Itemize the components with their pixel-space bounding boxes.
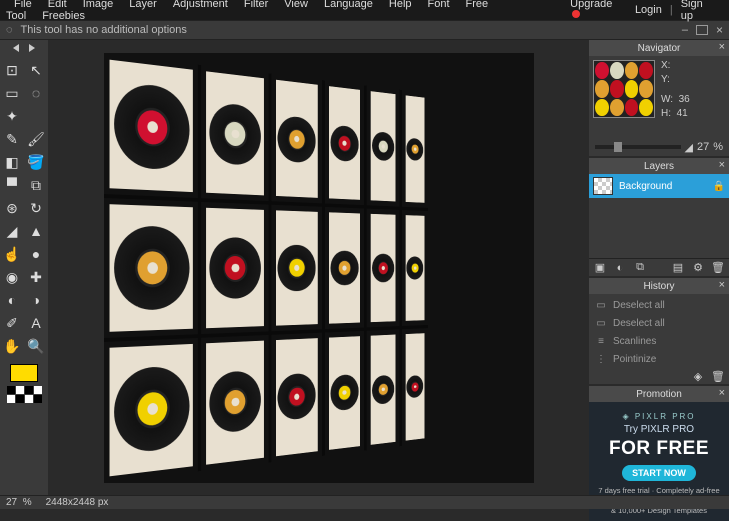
zoom-value: 27 xyxy=(697,141,709,153)
canvas-area[interactable] xyxy=(48,40,589,495)
redeye-icon[interactable]: ◉ xyxy=(2,267,22,287)
promotion-close-icon[interactable]: × xyxy=(719,387,725,399)
picker-icon[interactable]: ✐ xyxy=(2,313,22,333)
lock-icon[interactable]: 🔒 xyxy=(713,181,725,192)
navigator-zoom-slider[interactable]: ◢ 27 % xyxy=(589,138,729,156)
duplicate-icon[interactable]: ⧉ xyxy=(633,262,647,274)
close-icon[interactable]: × xyxy=(716,23,723,37)
gradient-icon[interactable]: ▀ xyxy=(2,175,22,195)
promo-logo: ◈ PIXLR PRO xyxy=(622,412,695,421)
history-trash-icon[interactable]: 🗑 xyxy=(711,370,725,382)
smudge-icon[interactable]: ☝ xyxy=(2,244,22,264)
pencil-icon[interactable]: ✎ xyxy=(2,129,22,149)
bucket-icon[interactable]: 🪣 xyxy=(26,152,46,172)
tool-prev-icon[interactable] xyxy=(13,44,19,52)
promo-headline: FOR FREE xyxy=(609,438,709,460)
history-panel: History× ▭Deselect all▭Deselect all≡Scan… xyxy=(589,278,729,384)
trash-icon[interactable]: 🗑 xyxy=(711,262,725,274)
zoom-icon[interactable]: 🔍 xyxy=(26,336,46,356)
layer-thumb-icon xyxy=(593,177,613,195)
history-close-icon[interactable]: × xyxy=(719,279,725,291)
canvas[interactable] xyxy=(104,53,534,483)
layer-label: Background xyxy=(619,181,672,192)
sponge-icon[interactable]: ● xyxy=(26,244,46,264)
menu-view[interactable]: View xyxy=(276,0,316,13)
blur-icon[interactable]: ▲ xyxy=(26,221,46,241)
menu-language[interactable]: Language xyxy=(316,0,381,13)
status-bar: 27 % 2448x2448 px xyxy=(0,495,729,509)
menu-help[interactable]: Help xyxy=(381,0,420,13)
hand-icon[interactable]: ✋ xyxy=(2,336,22,356)
layers-panel: Layers × Background 🔒 ▣ ◐ ⧉ ▤ ⚙ 🗑 xyxy=(589,158,729,276)
new-layer-icon[interactable]: ▣ xyxy=(593,262,607,274)
clone-icon[interactable]: ⧉ xyxy=(26,175,46,195)
layers-close-icon[interactable]: × xyxy=(719,159,725,171)
zoom-fit-icon[interactable]: ◢ xyxy=(685,141,693,154)
menu-adjustment[interactable]: Adjustment xyxy=(165,0,236,13)
menu-upgrade[interactable]: Upgrade xyxy=(562,0,629,25)
promotion-title: Promotion xyxy=(636,389,682,400)
history-title: History xyxy=(643,281,674,292)
settings-icon[interactable]: ⚙ xyxy=(691,262,705,274)
history-item[interactable]: ≡Scanlines xyxy=(589,332,729,350)
menu-filter[interactable]: Filter xyxy=(236,0,276,13)
lasso-icon[interactable]: ◌ xyxy=(26,83,46,103)
menu-layer[interactable]: Layer xyxy=(121,0,165,13)
toolbox: ⊡↖▭◌✦ ✎🖌◧🪣▀⧉⊛↻◢▲☝●◉✚◐◑✐A✋🔍 xyxy=(0,40,48,495)
crop-icon[interactable]: ⊡ xyxy=(2,60,22,80)
current-tool-icon: ◌ xyxy=(6,24,13,36)
tool-next-icon[interactable] xyxy=(29,44,35,52)
minimize-icon[interactable]: – xyxy=(682,24,688,36)
drawing-icon[interactable]: ◢ xyxy=(2,221,22,241)
menu-bar: FileEditImageLayerAdjustmentFilterViewLa… xyxy=(0,0,729,20)
foreground-swatch[interactable] xyxy=(10,364,38,382)
pinch-icon[interactable]: ◑ xyxy=(26,290,46,310)
navigator-title: Navigator xyxy=(638,43,681,54)
history-item[interactable]: ⋮Pointinize xyxy=(589,350,729,368)
eraser-icon[interactable]: ◧ xyxy=(2,152,22,172)
status-dimensions: 2448x2448 px xyxy=(46,497,109,508)
history-tag-icon[interactable]: ◈ xyxy=(691,370,705,382)
move-icon[interactable]: ↖ xyxy=(26,60,46,80)
stamp-icon[interactable]: ⊛ xyxy=(2,198,22,218)
marquee-icon[interactable]: ▭ xyxy=(2,83,22,103)
menu-freebies[interactable]: Freebies xyxy=(34,7,93,25)
navigator-close-icon[interactable]: × xyxy=(719,41,725,53)
options-text: This tool has no additional options xyxy=(21,24,187,36)
layers-title: Layers xyxy=(644,161,674,172)
upgrade-badge-icon xyxy=(572,10,580,18)
type-icon[interactable]: A xyxy=(26,313,46,333)
layer-up-icon[interactable]: ▤ xyxy=(671,262,685,274)
promo-start-button[interactable]: START NOW xyxy=(622,465,696,481)
signup-link[interactable]: Sign up xyxy=(675,0,723,25)
navigator-panel: Navigator× X: Y: W: 36 H: 41 ◢ 27 % xyxy=(589,40,729,156)
wand-icon[interactable]: ✦ xyxy=(2,106,22,126)
history-item[interactable]: ▭Deselect all xyxy=(589,296,729,314)
heal-icon[interactable]: ✚ xyxy=(26,267,46,287)
layer-row-background[interactable]: Background 🔒 xyxy=(589,174,729,198)
restore-icon[interactable] xyxy=(696,25,708,35)
navigator-thumbnail[interactable] xyxy=(593,60,655,118)
menu-font[interactable]: Font xyxy=(420,0,458,13)
mask-icon[interactable]: ◐ xyxy=(613,262,627,274)
login-link[interactable]: Login xyxy=(629,1,668,19)
swatch-grid[interactable] xyxy=(7,386,42,403)
brush-icon[interactable]: 🖌 xyxy=(26,129,46,149)
history-item[interactable]: ▭Deselect all xyxy=(589,314,729,332)
replace-icon[interactable]: ↻ xyxy=(26,198,46,218)
bloat-icon[interactable]: ◐ xyxy=(2,290,22,310)
